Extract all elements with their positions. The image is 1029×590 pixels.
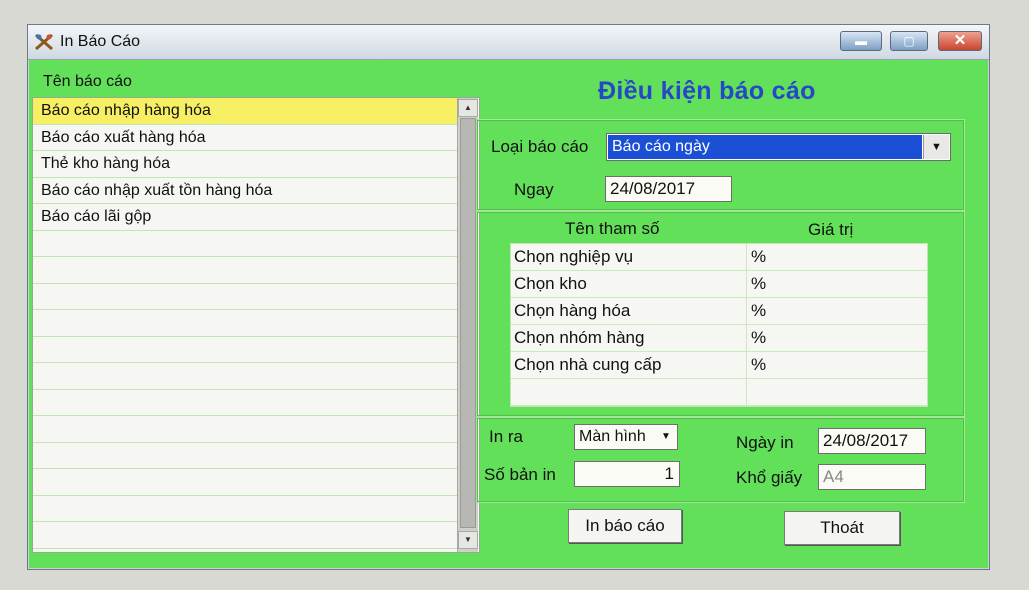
report-list-item[interactable] (33, 469, 457, 496)
report-list-item[interactable] (33, 443, 457, 469)
report-list-header: Tên báo cáo (43, 73, 132, 90)
report-list-item[interactable] (33, 522, 457, 549)
param-row[interactable]: Chọn kho% (511, 271, 927, 298)
param-value-cell[interactable]: % (751, 352, 766, 378)
report-listbox[interactable]: Báo cáo nhập hàng hóa Báo cáo xuất hàng h… (32, 97, 480, 553)
output-select[interactable]: Màn hình ▼ (574, 424, 678, 450)
report-list-item[interactable]: Thẻ kho hàng hóa (33, 151, 457, 178)
chevron-down-icon[interactable]: ▼ (923, 135, 949, 159)
param-value-header: Giá trị (808, 220, 854, 239)
report-list-item[interactable] (33, 257, 457, 284)
params-grid-rows: Chọn nghiệp vụ% Chọn kho% Chọn hàng hóa% Ch… (511, 244, 927, 406)
param-row[interactable]: Chọn nhóm hàng% (511, 325, 927, 352)
report-list-item[interactable] (33, 416, 457, 443)
report-list-item[interactable] (33, 390, 457, 416)
param-name-cell (511, 379, 747, 406)
maximize-icon: ▢ (903, 34, 915, 48)
param-value-cell[interactable]: % (751, 271, 766, 297)
chevron-down-icon[interactable]: ▼ (656, 426, 676, 448)
paper-size-field[interactable]: A4 (818, 464, 926, 490)
print-report-button[interactable]: In báo cáo (568, 509, 682, 543)
exit-button[interactable]: Thoát (784, 511, 900, 545)
minimize-icon: ▬ (855, 34, 867, 48)
report-list-item[interactable] (33, 284, 457, 310)
conditions-heading: Điều kiện báo cáo (598, 77, 816, 105)
report-list-rows: Báo cáo nhập hàng hóa Báo cáo xuất hàng h… (33, 98, 479, 549)
report-list-item[interactable]: Báo cáo nhập hàng hóa (33, 98, 457, 125)
report-window: In Báo Cáo ▬ ▢ ✕ Tên báo cáo Báo cáo nhậ… (27, 24, 990, 570)
print-date-label: Ngày in (736, 433, 794, 452)
report-list-item[interactable]: Báo cáo xuất hàng hóa (33, 125, 457, 151)
app-icon (35, 33, 53, 51)
report-list-item[interactable] (33, 337, 457, 363)
param-value-cell[interactable]: % (751, 298, 766, 324)
date-label: Ngay (514, 180, 554, 199)
window-title: In Báo Cáo (60, 33, 141, 50)
maximize-button[interactable]: ▢ (890, 31, 928, 51)
print-date-field[interactable]: 24/08/2017 (818, 428, 926, 454)
param-name-cell: Chọn hàng hóa (511, 298, 747, 325)
copies-label: Số bản in (484, 465, 556, 484)
params-grid[interactable]: Chọn nghiệp vụ% Chọn kho% Chọn hàng hóa% Ch… (510, 243, 928, 407)
output-value: Màn hình (579, 428, 646, 445)
report-list-item[interactable] (33, 310, 457, 337)
scroll-up-icon[interactable]: ▲ (458, 99, 478, 117)
report-list-item[interactable]: Báo cáo lãi gộp (33, 204, 457, 231)
title-bar[interactable]: In Báo Cáo ▬ ▢ ✕ (28, 25, 989, 60)
list-scrollbar[interactable]: ▲ ▼ (457, 98, 478, 552)
report-list-item[interactable] (33, 231, 457, 257)
scroll-down-icon[interactable]: ▼ (458, 531, 478, 549)
date-field[interactable]: 24/08/2017 (605, 176, 732, 202)
param-row[interactable]: Chọn hàng hóa% (511, 298, 927, 325)
close-icon: ✕ (953, 32, 967, 49)
minimize-button[interactable]: ▬ (840, 31, 882, 51)
param-value-cell[interactable]: % (751, 325, 766, 351)
param-name-cell: Chọn kho (511, 271, 747, 298)
report-type-value: Báo cáo ngày (608, 135, 922, 159)
paper-size-label: Khổ giấy (736, 468, 803, 487)
close-button[interactable]: ✕ (938, 31, 982, 51)
report-type-select[interactable]: Báo cáo ngày ▼ (606, 133, 951, 161)
report-list-item[interactable] (33, 363, 457, 390)
param-row[interactable] (511, 379, 927, 406)
report-type-label: Loại báo cáo (491, 137, 589, 156)
report-list-item[interactable] (33, 496, 457, 522)
param-name-cell: Chọn nhà cung cấp (511, 352, 747, 379)
report-list-item[interactable]: Báo cáo nhập xuất tồn hàng hóa (33, 178, 457, 204)
output-label: In ra (489, 427, 524, 446)
param-row[interactable]: Chọn nghiệp vụ% (511, 244, 927, 271)
param-name-cell: Chọn nghiệp vụ (511, 244, 747, 271)
copies-field[interactable]: 1 (574, 461, 680, 487)
param-name-cell: Chọn nhóm hàng (511, 325, 747, 352)
param-value-cell[interactable]: % (751, 244, 766, 270)
scroll-thumb[interactable] (460, 118, 476, 528)
param-row[interactable]: Chọn nhà cung cấp% (511, 352, 927, 379)
param-name-header: Tên tham số (565, 219, 660, 238)
